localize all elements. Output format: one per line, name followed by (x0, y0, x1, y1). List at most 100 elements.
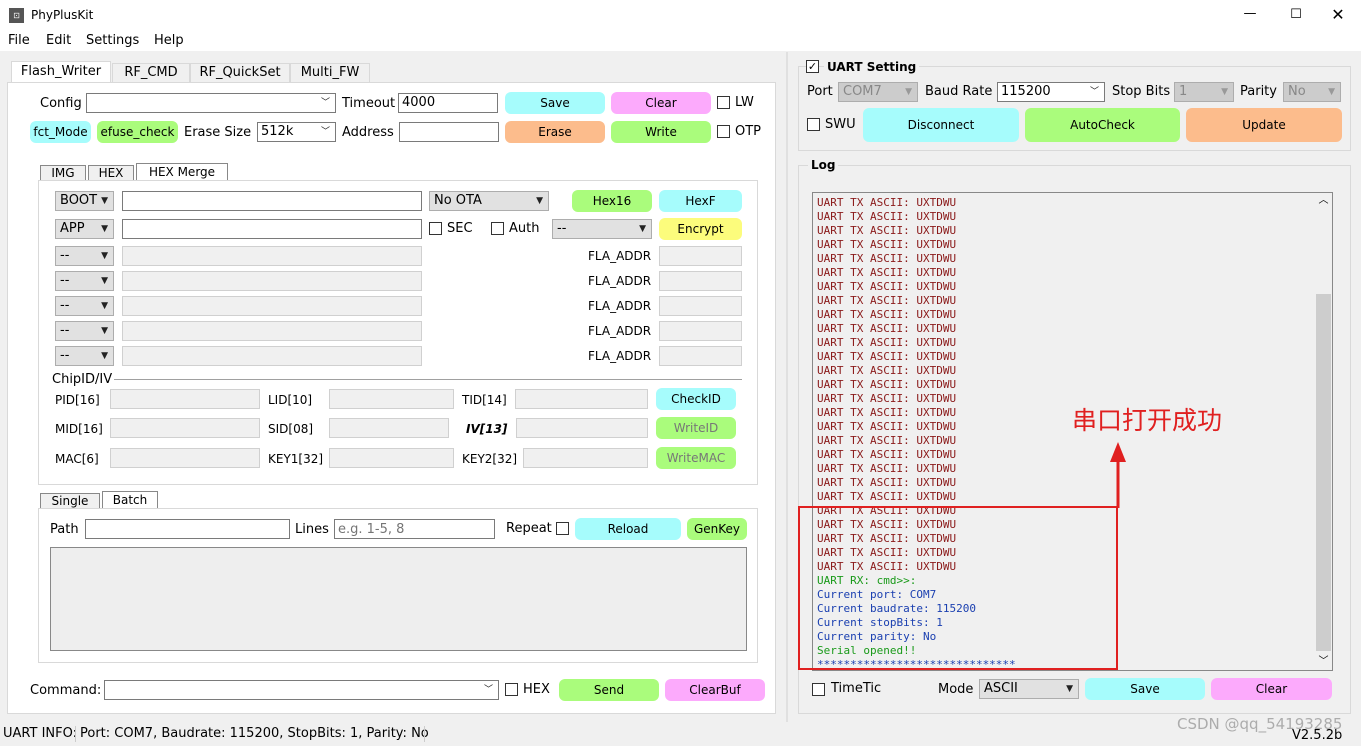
port-dropdown[interactable]: COM7 ▼ (838, 82, 918, 102)
fla-addr-input[interactable] (659, 296, 742, 316)
parity-dropdown[interactable]: No ▼ (1283, 82, 1341, 102)
scroll-up-icon[interactable]: ︿ (1315, 193, 1332, 209)
merge-slot-file-input[interactable] (122, 346, 422, 366)
encrypt-button[interactable]: Encrypt (659, 218, 742, 240)
lid-input[interactable] (329, 389, 454, 409)
minimize-button[interactable]: — (1230, 0, 1270, 31)
clear-config-button[interactable]: Clear (611, 92, 711, 114)
close-button[interactable]: ✕ (1318, 0, 1358, 31)
checkid-button[interactable]: CheckID (656, 388, 736, 410)
auth-checkbox[interactable] (491, 222, 504, 235)
key2-input[interactable] (523, 448, 648, 468)
auth-dropdown[interactable]: -- ▼ (552, 219, 652, 239)
boot-file-input[interactable] (122, 191, 422, 211)
merge-slot-file-input[interactable] (122, 296, 422, 316)
boot-dropdown[interactable]: BOOT ▼ (55, 191, 114, 211)
tab-rf-quickset[interactable]: RF_QuickSet (190, 63, 290, 82)
key1-input[interactable] (329, 448, 454, 468)
erase-size-dropdown[interactable]: 512k ﹀ (257, 122, 336, 142)
ota-value: No OTA (434, 193, 482, 208)
mid-label: MID[16] (55, 422, 103, 436)
writeid-button[interactable]: WriteID (656, 417, 736, 439)
app-dropdown[interactable]: APP ▼ (55, 219, 114, 239)
sid-input[interactable] (329, 418, 449, 438)
write-button[interactable]: Write (611, 121, 711, 143)
log-clear-button[interactable]: Clear (1211, 678, 1332, 700)
merge-slot-file-input[interactable] (122, 271, 422, 291)
mac-input[interactable] (110, 448, 260, 468)
pid-input[interactable] (110, 389, 260, 409)
app-file-input[interactable] (122, 219, 422, 239)
log-line: UART TX ASCII: UXTDWU (817, 406, 957, 419)
tab-hex-merge[interactable]: HEX Merge (136, 163, 228, 181)
hex-checkbox[interactable] (505, 683, 518, 696)
command-input[interactable]: ﹀ (104, 680, 499, 700)
efuse-check-button[interactable]: efuse_check (97, 121, 178, 143)
tab-batch[interactable]: Batch (102, 491, 158, 509)
log-save-button[interactable]: Save (1085, 678, 1205, 700)
merge-slot-dropdown[interactable]: -- ▼ (55, 296, 114, 316)
timeout-input[interactable]: 4000 (398, 93, 498, 113)
merge-slot-dropdown[interactable]: -- ▼ (55, 346, 114, 366)
caret-down-icon: ▼ (536, 196, 543, 206)
menu-help[interactable]: Help (154, 31, 184, 51)
baud-dropdown[interactable]: 115200 ﹀ (997, 82, 1105, 102)
config-dropdown[interactable]: ﹀ (86, 93, 336, 113)
log-scrollbar[interactable]: ︿ ﹀ (1315, 193, 1332, 670)
reload-button[interactable]: Reload (575, 518, 681, 540)
tab-single[interactable]: Single (40, 493, 100, 509)
lines-input[interactable] (334, 519, 495, 539)
path-input[interactable] (85, 519, 290, 539)
save-config-button[interactable]: Save (505, 92, 605, 114)
tab-flash-writer[interactable]: Flash_Writer (11, 61, 111, 83)
merge-slot-file-input[interactable] (122, 246, 422, 266)
lw-checkbox[interactable] (717, 96, 730, 109)
tab-multi-fw[interactable]: Multi_FW (290, 63, 370, 82)
fla-addr-input[interactable] (659, 246, 742, 266)
uart-setting-checkbox[interactable]: ✓ (806, 60, 819, 73)
hex-label: HEX (523, 682, 550, 697)
right-splitter[interactable] (786, 52, 788, 722)
fla-addr-input[interactable] (659, 346, 742, 366)
swu-checkbox[interactable] (807, 118, 820, 131)
disconnect-button[interactable]: Disconnect (863, 108, 1019, 142)
merge-slot-dropdown[interactable]: -- ▼ (55, 271, 114, 291)
timetic-checkbox[interactable] (812, 683, 825, 696)
fla-addr-input[interactable] (659, 271, 742, 291)
merge-slot-dropdown[interactable]: -- ▼ (55, 321, 114, 341)
erase-button[interactable]: Erase (505, 121, 605, 143)
tab-hex[interactable]: HEX (88, 165, 134, 181)
tid-input[interactable] (515, 389, 648, 409)
update-button[interactable]: Update (1186, 108, 1342, 142)
mode-dropdown[interactable]: ASCII ▼ (979, 679, 1079, 699)
writemac-button[interactable]: WriteMAC (656, 447, 736, 469)
batch-list[interactable] (50, 547, 747, 651)
sec-checkbox[interactable] (429, 222, 442, 235)
address-input[interactable] (399, 122, 499, 142)
otp-checkbox[interactable] (717, 125, 730, 138)
tab-img[interactable]: IMG (40, 165, 86, 181)
maximize-button[interactable]: ☐ (1276, 0, 1316, 31)
tab-rf-cmd[interactable]: RF_CMD (112, 63, 190, 82)
genkey-button[interactable]: GenKey (687, 518, 747, 540)
menu-settings[interactable]: Settings (86, 31, 139, 51)
scroll-down-icon[interactable]: ﹀ (1315, 654, 1332, 670)
menu-edit[interactable]: Edit (46, 31, 71, 51)
repeat-checkbox[interactable] (556, 522, 569, 535)
scrollbar-thumb[interactable] (1316, 294, 1331, 651)
iv-input[interactable] (516, 418, 648, 438)
stop-bits-dropdown[interactable]: 1 ▼ (1174, 82, 1234, 102)
menu-file[interactable]: File (8, 31, 30, 51)
send-button[interactable]: Send (559, 679, 659, 701)
hexf-button[interactable]: HexF (659, 190, 742, 212)
mid-input[interactable] (110, 418, 260, 438)
fla-addr-input[interactable] (659, 321, 742, 341)
hex16-button[interactable]: Hex16 (572, 190, 652, 212)
ota-dropdown[interactable]: No OTA ▼ (429, 191, 549, 211)
autocheck-button[interactable]: AutoCheck (1025, 108, 1180, 142)
clearbuf-button[interactable]: ClearBuf (665, 679, 765, 701)
merge-slot-file-input[interactable] (122, 321, 422, 341)
fct-mode-button[interactable]: fct_Mode (30, 121, 91, 143)
log-line: UART TX ASCII: UXTDWU (817, 448, 957, 461)
merge-slot-dropdown[interactable]: -- ▼ (55, 246, 114, 266)
